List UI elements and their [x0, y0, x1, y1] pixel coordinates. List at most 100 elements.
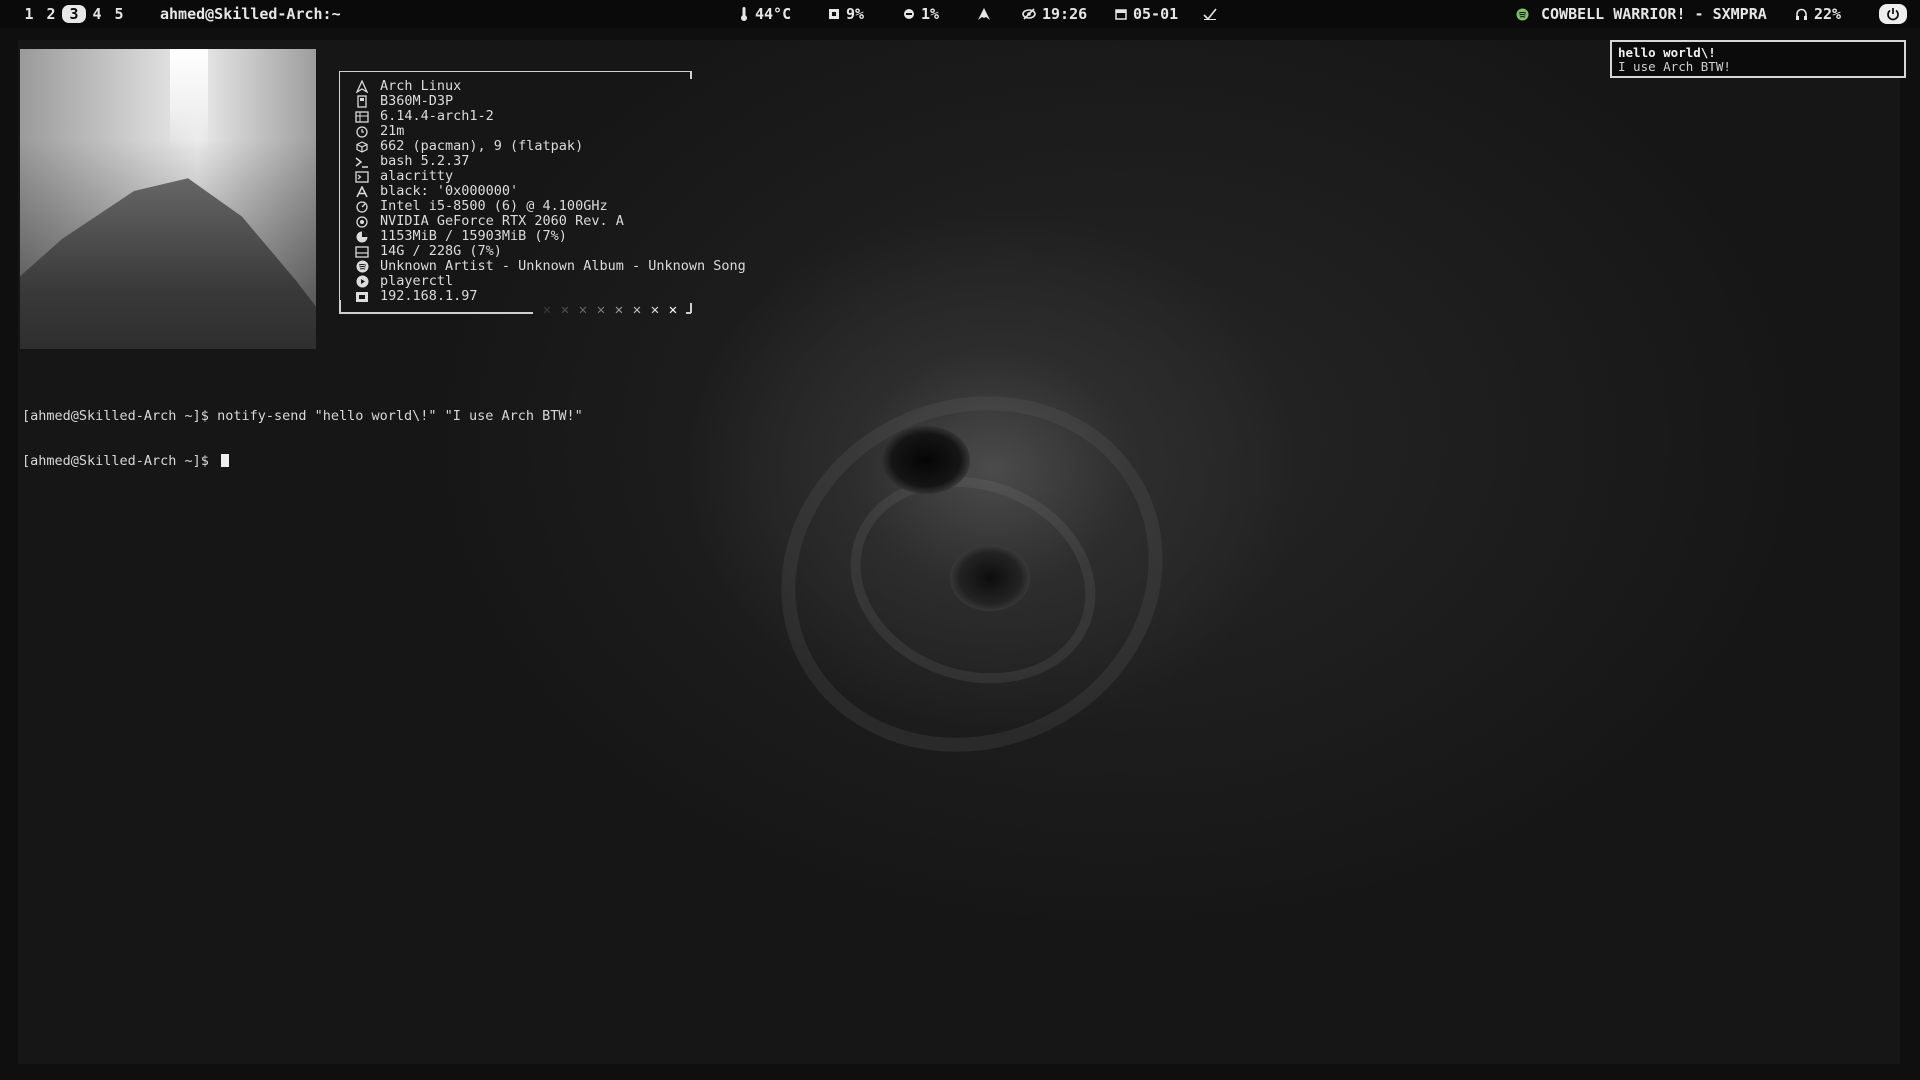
clock-value: 19:26: [1042, 5, 1088, 23]
arch-launcher[interactable]: [977, 0, 991, 28]
clock-widget[interactable]: 19:26: [1022, 0, 1087, 28]
frame-right-tick: [686, 312, 691, 314]
memory-icon: [352, 230, 372, 243]
font-icon: [352, 185, 372, 198]
gpu-text: NVIDIA GeForce RTX 2060 Rev. A: [380, 213, 624, 229]
date-widget[interactable]: 05-01: [1115, 0, 1178, 28]
frame-left: [339, 300, 341, 313]
arch-logo-icon: [978, 8, 990, 20]
gpu-icon: [352, 215, 372, 228]
notification-popup[interactable]: hello world\! I use Arch BTW!: [1610, 40, 1906, 78]
memory-value: 1%: [921, 5, 940, 23]
info-os: Arch Linux: [352, 79, 746, 94]
info-cpu: Intel i5-8500 (6) @ 4.100GHz: [352, 199, 746, 214]
uptime-text: 21m: [380, 123, 405, 139]
memory-widget[interactable]: 1%: [903, 0, 939, 28]
info-memory: 1153MiB / 15903MiB (7%): [352, 229, 746, 244]
memory-icon: [904, 9, 914, 19]
memory-text: 1153MiB / 15903MiB (7%): [380, 228, 567, 244]
info-gpu: NVIDIA GeForce RTX 2060 Rev. A: [352, 214, 746, 229]
color-block: ✕: [632, 302, 642, 318]
workspace-4[interactable]: 4: [86, 5, 108, 23]
workspace-3[interactable]: 3: [62, 5, 86, 23]
music-widget[interactable]: COWBELL WARRIOR! - SXMPRA: [1516, 0, 1767, 28]
volume-widget[interactable]: 22%: [1795, 0, 1841, 28]
cpu-text: Intel i5-8500 (6) @ 4.100GHz: [380, 198, 608, 214]
terminal-output[interactable]: [ahmed@Skilled-Arch ~]$ notify-send "hel…: [22, 379, 583, 484]
notification-summary: hello world\!: [1618, 45, 1716, 60]
terminal-icon: [352, 170, 372, 183]
workspace-2[interactable]: 2: [40, 5, 62, 23]
wallpaper-hole-top: [882, 426, 970, 494]
window-title: ahmed@Skilled-Arch:~: [160, 5, 341, 23]
cpu-icon: [829, 9, 839, 19]
frame-corner: [690, 71, 692, 79]
info-shell: bash 5.2.37: [352, 154, 746, 169]
workspace-1[interactable]: 1: [18, 5, 40, 23]
power-button[interactable]: [1879, 4, 1907, 24]
host-text: B360M-D3P: [380, 93, 454, 109]
media-text: Unknown Artist - Unknown Album - Unknown…: [380, 258, 746, 274]
color-block: ✕: [650, 302, 660, 318]
packages-text: 662 (pacman), 9 (flatpak): [380, 138, 584, 154]
cpu-icon: [352, 200, 372, 213]
temperature-widget[interactable]: 44°C: [739, 0, 791, 28]
thermometer-icon: [741, 7, 747, 21]
disk-text: 14G / 228G (7%): [380, 243, 502, 259]
cpu-widget[interactable]: 9%: [828, 0, 864, 28]
music-title: COWBELL WARRIOR! - SXMPRA: [1541, 5, 1767, 23]
color-block: ✕: [614, 302, 624, 318]
info-disk: 14G / 228G (7%): [352, 244, 746, 259]
ip-text: 192.168.1.97: [380, 288, 478, 304]
kernel-icon: [352, 110, 372, 123]
motherboard-icon: [352, 95, 372, 108]
wallpaper-hole-bottom: [950, 545, 1030, 611]
cpu-value: 9%: [846, 5, 865, 23]
play-icon: [352, 275, 372, 288]
player-text: playerctl: [380, 273, 454, 289]
package-icon: [352, 140, 372, 153]
headphones-icon: [1796, 8, 1807, 20]
arch-icon: [352, 80, 372, 93]
info-kernel: 6.14.4-arch1-2: [352, 109, 746, 124]
color-block: ✕: [578, 302, 588, 318]
info-terminal: alacritty: [352, 169, 746, 184]
kernel-text: 6.14.4-arch1-2: [380, 108, 494, 124]
info-media: Unknown Artist - Unknown Album - Unknown…: [352, 259, 746, 274]
disk-icon: [352, 245, 372, 258]
tasks-widget[interactable]: [1203, 0, 1217, 28]
terminal-line: [ahmed@Skilled-Arch ~]$ notify-send "hel…: [22, 408, 583, 424]
os-text: Arch Linux: [380, 78, 462, 94]
notification-body: I use Arch BTW!: [1618, 59, 1731, 74]
calendar-icon: [1115, 9, 1127, 20]
font-text: black: '0x000000': [380, 183, 519, 199]
color-block: ✕: [668, 302, 678, 318]
spotify-icon: [352, 260, 372, 273]
info-host: B360M-D3P: [352, 94, 746, 109]
clock-icon: [352, 125, 372, 138]
fastfetch-info: Arch Linux B360M-D3P 6.14.4-arch1-2 21m …: [352, 79, 746, 304]
fastfetch-logo-image: [20, 49, 316, 349]
info-player: playerctl: [352, 274, 746, 289]
shell-text: bash 5.2.37: [380, 153, 470, 169]
color-block: ✕: [596, 302, 606, 318]
top-bar: 1 2 3 4 5 ahmed@Skilled-Arch:~ 44°C 9% 1…: [0, 0, 1920, 28]
frame-bottom: [339, 312, 533, 314]
info-font: black: '0x000000': [352, 184, 746, 199]
text-cursor: [221, 454, 230, 467]
temperature-value: 44°C: [755, 5, 792, 23]
network-icon: [352, 290, 372, 303]
workspace-5[interactable]: 5: [108, 5, 130, 23]
shell-icon: [352, 155, 372, 168]
color-block: ✕: [542, 302, 552, 318]
color-block: ✕: [560, 302, 570, 318]
terminal-text: alacritty: [380, 168, 454, 184]
terminal-prompt[interactable]: [ahmed@Skilled-Arch ~]$: [22, 454, 583, 469]
prompt-text: [ahmed@Skilled-Arch ~]$: [22, 453, 218, 469]
eye-slash-icon: [1022, 8, 1036, 20]
power-icon: [1887, 8, 1899, 21]
spotify-icon: [1516, 8, 1529, 20]
workspace-switcher: 1 2 3 4 5: [18, 5, 130, 23]
info-uptime: 21m: [352, 124, 746, 139]
checkmark-icon: [1203, 8, 1217, 20]
